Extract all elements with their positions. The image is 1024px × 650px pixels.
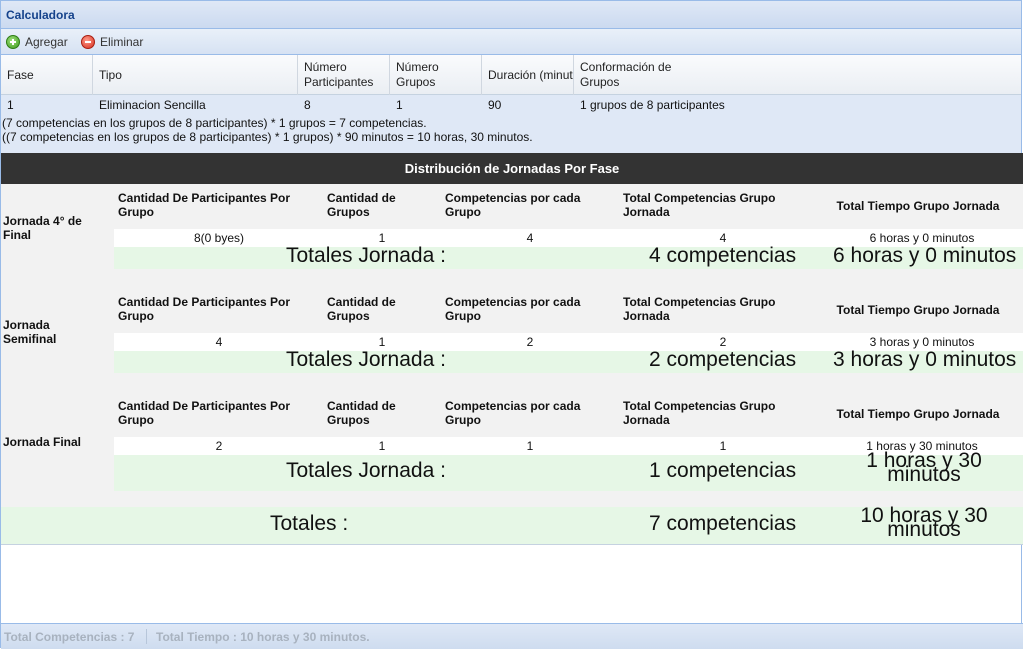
value-grupos: 1 [378, 439, 386, 453]
totals-label: Totales Jornada : [286, 244, 446, 267]
totals-label: Totales Jornada : [286, 459, 446, 482]
totals-competencias: 2 competencias [649, 348, 797, 371]
header-total-competencias: Total Competencias Grupo Jornada [623, 191, 776, 219]
value-participantes: 4 [215, 335, 223, 349]
jornada-label: Jornada Semifinal [3, 318, 57, 346]
cell-conformacion: 1 grupos de 8 participantes [580, 98, 725, 112]
value-total-competencias: 2 [719, 335, 727, 349]
value-participantes: 2 [215, 439, 223, 453]
value-grupos: 1 [378, 335, 386, 349]
cell-fase: 1 [7, 98, 14, 112]
header-cantidad-grupos: Cantidad de Grupos [327, 399, 396, 427]
value-competencias: 1 [526, 439, 534, 453]
grand-totals-label: Totales : [270, 512, 349, 535]
grand-totals-row: Totales : 7 competencias 10 horas y 30 m… [1, 504, 1023, 545]
column-header-fase[interactable]: Fase [1, 55, 93, 95]
value-total-competencias: 4 [719, 231, 727, 245]
jornada-label: Jornada 4° de Final [3, 214, 82, 242]
header-total-tiempo: Total Tiempo Grupo Jornada [836, 199, 1000, 213]
distribution-title: Distribución de Jornadas Por Fase [1, 153, 1023, 184]
totals-row: Totales Jornada : 1 competencias 1 horas… [114, 449, 1023, 491]
remove-button[interactable]: Eliminar [81, 33, 143, 51]
totals-row: Totales Jornada : 2 competencias 3 horas… [114, 348, 1023, 373]
cell-tipo: Eliminacion Sencilla [99, 98, 206, 112]
cell-participantes: 8 [304, 98, 311, 112]
column-header-conformacion[interactable]: Conformación de Grupos [574, 55, 1023, 95]
remove-icon [81, 35, 95, 49]
totals-competencias: 1 competencias [649, 459, 797, 482]
header-competencias-grupo: Competencias por cada Grupo [445, 191, 581, 219]
calculation-summary: (7 competencias en los grupos de 8 parti… [1, 115, 1021, 153]
status-total-tiempo: Total Tiempo : 10 horas y 30 minutos. [156, 630, 370, 644]
jornada-section: Jornada 4° de Final Cantidad De Particip… [1, 184, 1023, 288]
calculator-panel: Calculadora Agregar Eliminar Fase Tipo N… [0, 0, 1023, 649]
totals-row: Totales Jornada : 4 competencias 6 horas… [114, 244, 1023, 269]
value-grupos: 1 [378, 231, 386, 245]
header-competencias-grupo: Competencias por cada Grupo [445, 399, 581, 427]
totals-tiempo: 6 horas y 0 minutos [833, 244, 1017, 267]
value-total-tiempo: 6 horas y 0 minutos [869, 231, 975, 245]
jornada-section: Jornada Final Cantidad De Participantes … [1, 392, 1023, 507]
value-competencias: 2 [526, 335, 534, 349]
jornada-section: Jornada Semifinal Cantidad De Participan… [1, 288, 1023, 392]
header-total-tiempo: Total Tiempo Grupo Jornada [836, 303, 1000, 317]
header-cantidad-grupos: Cantidad de Grupos [327, 191, 396, 219]
value-total-competencias: 1 [719, 439, 727, 453]
header-cantidad-grupos: Cantidad de Grupos [327, 295, 396, 323]
totals-competencias: 4 competencias [649, 244, 797, 267]
remove-button-label: Eliminar [100, 35, 144, 49]
header-total-competencias: Total Competencias Grupo Jornada [623, 399, 776, 427]
column-header-grupos[interactable]: Número Grupos [390, 55, 482, 95]
value-competencias: 4 [526, 231, 534, 245]
status-total-competencias: Total Competencias : 7 [4, 630, 135, 644]
add-button[interactable]: Agregar [6, 33, 68, 51]
column-header-tipo[interactable]: Tipo [93, 55, 298, 95]
grid-header-row: Fase Tipo Número Participantes Número Grup… [1, 55, 1021, 95]
cell-duracion: 90 [488, 98, 502, 112]
totals-label: Totales Jornada : [286, 348, 446, 371]
add-icon [6, 35, 20, 49]
header-competencias-grupo: Competencias por cada Grupo [445, 295, 581, 323]
calc-line-tiempo: ((7 competencias en los grupos de 8 part… [2, 130, 533, 144]
header-total-tiempo: Total Tiempo Grupo Jornada [836, 407, 1000, 421]
value-participantes: 8(0 byes) [193, 231, 245, 245]
grand-totals-tiempo: 10 horas y 30 minutos [860, 504, 988, 541]
header-participantes-por-grupo: Cantidad De Participantes Por Grupo [118, 295, 291, 323]
header-participantes-por-grupo: Cantidad De Participantes Por Grupo [118, 399, 291, 427]
column-header-participantes[interactable]: Número Participantes [298, 55, 390, 95]
header-participantes-por-grupo: Cantidad De Participantes Por Grupo [118, 191, 291, 219]
column-header-duracion[interactable]: Duración (minutos) [482, 55, 574, 95]
totals-tiempo: 1 horas y 30 minutos [866, 449, 982, 486]
panel-header: Calculadora [1, 1, 1021, 29]
status-bar: Total Competencias : 7 Total Tiempo : 10… [1, 623, 1023, 649]
cell-grupos: 1 [396, 98, 403, 112]
value-total-tiempo: 3 horas y 0 minutos [869, 335, 975, 349]
grand-totals-competencias: 7 competencias [649, 512, 797, 535]
header-total-competencias: Total Competencias Grupo Jornada [623, 295, 776, 323]
add-button-label: Agregar [25, 35, 68, 49]
status-separator [146, 629, 147, 644]
toolbar: Agregar Eliminar [1, 29, 1021, 55]
calc-line-competencias: (7 competencias en los grupos de 8 parti… [2, 116, 427, 130]
jornada-label: Jornada Final [3, 435, 82, 449]
totals-tiempo: 3 horas y 0 minutos [833, 348, 1017, 371]
table-row[interactable]: 1 Eliminacion Sencilla 8 1 90 1 grupos d… [1, 95, 1021, 115]
panel-title: Calculadora [6, 8, 75, 22]
